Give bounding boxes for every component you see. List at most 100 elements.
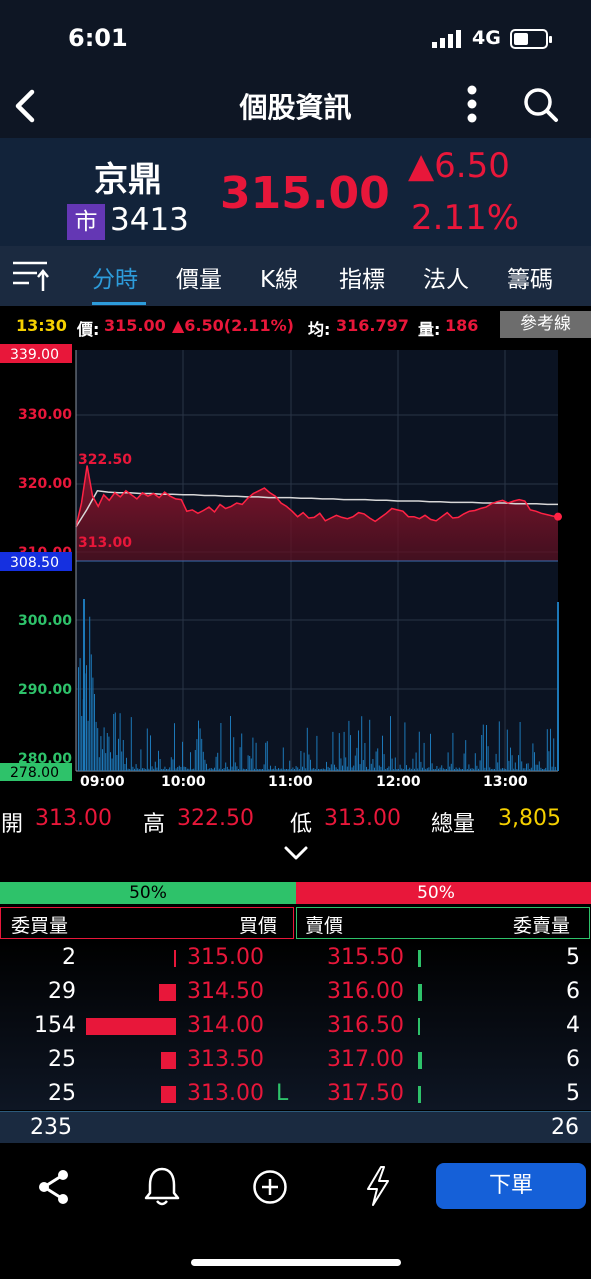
volume-bar (116, 755, 118, 771)
price-change-pct: 2.11% (411, 198, 520, 238)
volume-bar (369, 719, 371, 771)
volume-bar (412, 758, 414, 771)
ask-price: 315.50 (327, 945, 404, 970)
share-icon[interactable] (37, 1169, 71, 1205)
volume-bar (247, 755, 249, 771)
volume-bar (154, 761, 156, 771)
volume-bar (206, 763, 207, 771)
place-order-button[interactable]: 下單 (436, 1163, 586, 1209)
volume-bar (308, 754, 310, 771)
volume-bar (354, 755, 356, 771)
intraday-chart: 339.00 330.00 320.00 310.00 308.50 300.0… (0, 344, 562, 790)
orderbook-row[interactable]: 2 315.00 315.50 5 (0, 942, 591, 976)
x-axis-ticks: 09:00 10:00 11:00 12:00 13:00 (80, 774, 528, 790)
volume-bar (86, 665, 87, 771)
chevron-down-icon[interactable] (282, 843, 310, 863)
bid-header: 委買量 買價 (0, 907, 294, 939)
volume-bar (142, 768, 143, 771)
bid-qty: 2 (62, 945, 76, 970)
orderbook-totals: 235 26 (0, 1111, 591, 1143)
volume-bar (546, 729, 548, 771)
volume-bar (89, 616, 91, 771)
volume-bar (324, 769, 326, 771)
volume-bar (174, 723, 175, 771)
volume-bar (514, 762, 516, 771)
add-icon[interactable] (252, 1169, 288, 1205)
axis-bottom-label: 308.50 (10, 555, 59, 571)
volume-label: 總量 (431, 812, 476, 837)
volume-bar (458, 767, 460, 771)
volume-bar (228, 769, 230, 771)
high-annotation: 322.50 (78, 452, 132, 468)
volume-bar (316, 735, 318, 771)
volume-bar (105, 753, 107, 771)
volume-bar (492, 768, 494, 771)
volume-bar (198, 720, 199, 771)
volume-bar (463, 753, 465, 771)
volume-bar (529, 769, 531, 771)
volume-bar (388, 766, 390, 771)
volume-bar (222, 769, 223, 771)
volume-bar (148, 768, 150, 771)
volume-bar (121, 751, 123, 771)
volume-bar (114, 712, 116, 771)
volume-bar (484, 767, 486, 771)
volume-bar (527, 763, 529, 771)
volume-bar (303, 752, 305, 771)
volume-bar (151, 766, 153, 771)
volume-bar (359, 764, 361, 771)
orderbook-row[interactable]: 154 314.00 316.50 4 (0, 1010, 591, 1044)
volume-bar (201, 738, 203, 771)
ohlc-summary: 開 313.00 高 322.50 低 313.00 總量 3,805 (0, 800, 591, 838)
volume-bar (287, 769, 289, 771)
volume-bar (551, 766, 553, 771)
search-icon[interactable] (522, 86, 560, 124)
volume-bar (442, 768, 444, 771)
orderbook-row[interactable]: 25 313.00 L 317.50 5 (0, 1078, 591, 1112)
volume-bar (329, 767, 331, 771)
volume-bar (188, 768, 190, 771)
volume-bar (239, 747, 241, 771)
volume-bar (265, 742, 267, 771)
vol-tick-300: 300.00 (18, 613, 72, 629)
reference-line-button[interactable]: 參考線 (500, 311, 591, 338)
volume-bar (497, 762, 499, 771)
volume-bar (130, 717, 132, 771)
volume-bar (290, 769, 292, 771)
tab-indicators[interactable]: 指標 (339, 260, 385, 294)
volume-bar (537, 764, 539, 771)
bell-icon[interactable] (143, 1165, 181, 1207)
volume-bar (334, 764, 335, 771)
lightning-icon[interactable] (365, 1165, 391, 1207)
tab-chips[interactable]: 籌碼 (507, 260, 553, 294)
volume-bar (194, 750, 196, 771)
tab-institutional[interactable]: 法人 (423, 260, 469, 294)
more-icon[interactable] (464, 84, 480, 124)
volume-bar (159, 759, 161, 771)
volume-bar (284, 769, 286, 771)
volume-bar (505, 769, 507, 771)
orderbook-row[interactable]: 29 314.50 316.00 6 (0, 976, 591, 1010)
volume-bar (399, 764, 401, 771)
volume-bar (364, 743, 366, 771)
volume-bar (348, 720, 350, 771)
bid-qty: 25 (48, 1081, 76, 1106)
battery-icon (510, 29, 552, 49)
volume-bar (204, 759, 206, 771)
volume-bar (186, 768, 188, 771)
bid-total: 235 (30, 1115, 72, 1140)
volume-bar (212, 768, 214, 771)
orderbook-row[interactable]: 25 313.50 317.00 6 (0, 1044, 591, 1078)
volume-bar (182, 741, 183, 771)
volume-bar (495, 753, 497, 771)
tab-intraday[interactable]: 分時 (92, 260, 138, 294)
volume-bar (452, 732, 454, 771)
tab-price-volume[interactable]: 價量 (176, 260, 222, 294)
tab-kline[interactable]: K線 (260, 260, 298, 294)
active-tab-indicator (92, 302, 146, 305)
volume-bar (252, 737, 254, 771)
orderbook-rows: 2 315.00 315.50 5 29 314.50 316.00 6 154 314.00 31… (0, 940, 591, 1110)
volume-bar (478, 768, 479, 771)
volume-bar (409, 767, 411, 771)
sort-icon[interactable] (13, 260, 49, 292)
